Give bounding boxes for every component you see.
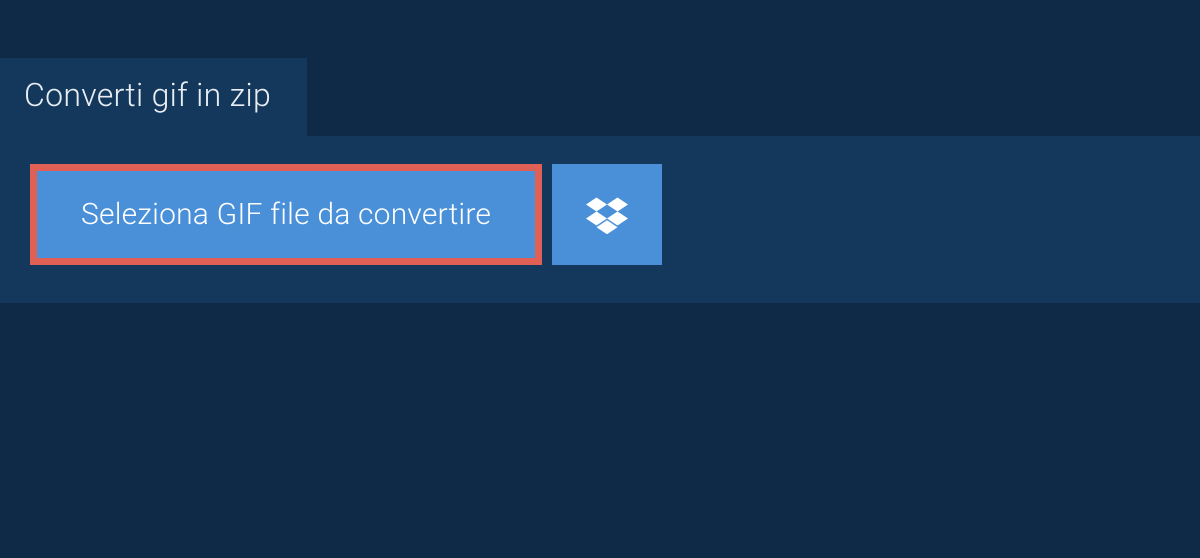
tab-convert-gif-zip[interactable]: Converti gif in zip xyxy=(0,58,307,136)
dropbox-button[interactable] xyxy=(552,164,662,265)
tab-title: Converti gif in zip xyxy=(24,76,271,114)
converter-panel: Seleziona GIF file da convertire xyxy=(0,136,1200,303)
button-row: Seleziona GIF file da convertire xyxy=(30,164,1170,265)
tab-bar: Converti gif in zip xyxy=(0,58,1200,136)
dropbox-icon xyxy=(586,196,628,234)
select-file-button[interactable]: Seleziona GIF file da convertire xyxy=(30,164,542,265)
select-file-label: Seleziona GIF file da convertire xyxy=(81,197,491,232)
